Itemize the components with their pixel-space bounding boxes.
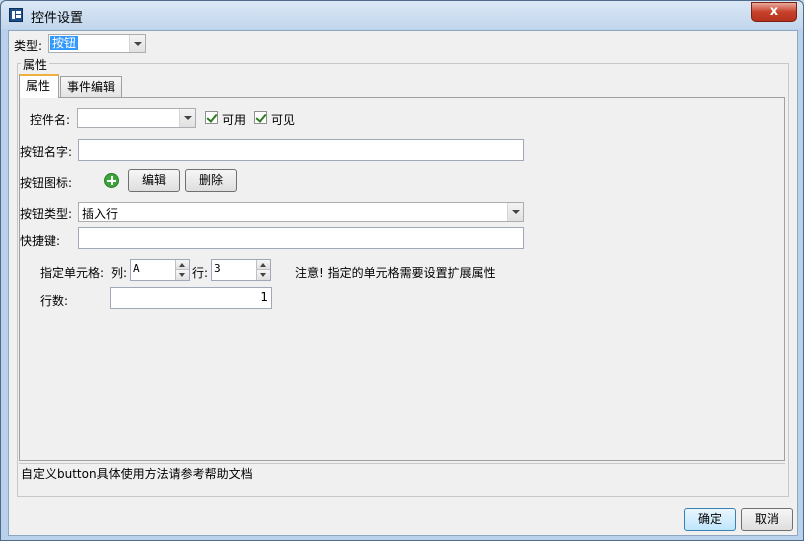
chevron-up-icon[interactable] xyxy=(257,260,270,270)
column-label: 列: xyxy=(111,266,128,280)
button-name-input[interactable] xyxy=(78,139,524,161)
column-spinner[interactable]: A xyxy=(130,259,190,281)
visible-label: 可见 xyxy=(271,113,296,127)
help-text: 自定义button具体使用方法请参考帮助文档 xyxy=(21,467,253,481)
help-bar: 自定义button具体使用方法请参考帮助文档 xyxy=(19,463,785,493)
tab-event-edit[interactable]: 事件编辑 xyxy=(60,76,122,98)
shortcut-label: 快捷键: xyxy=(20,234,61,248)
control-name-combo[interactable] xyxy=(77,108,196,128)
window-title: 控件设置 xyxy=(31,11,84,26)
add-icon[interactable] xyxy=(104,173,119,188)
shortcut-input[interactable] xyxy=(78,227,524,249)
cell-label: 指定单元格: xyxy=(40,266,105,280)
enabled-checkbox[interactable] xyxy=(205,111,218,124)
type-combo[interactable]: 按钮 xyxy=(48,34,146,53)
enabled-label: 可用 xyxy=(222,113,247,127)
title-bar[interactable]: 控件设置 x xyxy=(1,1,803,29)
type-value: 按钮 xyxy=(50,36,79,50)
dialog-window: 控件设置 x 类型: 按钮 属性 属性 事件编辑 控件名: 可用 可见 按钮名字… xyxy=(0,0,804,541)
cell-note: 注意! 指定的单元格需要设置扩展属性 xyxy=(295,266,496,280)
row-count-label: 行数: xyxy=(40,294,69,308)
button-type-label: 按钮类型: xyxy=(20,207,73,221)
group-title: 属性 xyxy=(21,56,50,73)
chevron-up-icon[interactable] xyxy=(176,260,189,270)
button-type-combo[interactable]: 插入行 xyxy=(78,202,524,222)
visible-checkbox[interactable] xyxy=(254,111,267,124)
type-label: 类型: xyxy=(14,39,43,53)
column-value: A xyxy=(133,262,140,275)
delete-button[interactable]: 删除 xyxy=(185,169,237,192)
row-spin-buttons[interactable] xyxy=(256,260,270,280)
row-value: 3 xyxy=(214,262,221,275)
button-icon-label: 按钮图标: xyxy=(20,176,73,190)
edit-button[interactable]: 编辑 xyxy=(128,169,180,192)
close-button[interactable]: x xyxy=(751,2,797,22)
chevron-down-icon[interactable] xyxy=(257,270,270,280)
row-label: 行: xyxy=(192,266,209,280)
row-count-input[interactable]: 1 xyxy=(110,287,272,309)
control-name-label: 控件名: xyxy=(30,113,71,127)
row-spinner[interactable]: 3 xyxy=(211,259,271,281)
dialog-body: 类型: 按钮 属性 属性 事件编辑 控件名: 可用 可见 按钮名字: 按钮图标:… xyxy=(8,30,798,536)
chevron-down-icon[interactable] xyxy=(507,203,523,221)
chevron-down-icon[interactable] xyxy=(129,35,145,52)
cancel-button[interactable]: 取消 xyxy=(741,508,793,531)
chevron-down-icon[interactable] xyxy=(179,109,195,127)
chevron-down-icon[interactable] xyxy=(176,270,189,280)
ok-button[interactable]: 确定 xyxy=(684,508,736,531)
column-spin-buttons[interactable] xyxy=(175,260,189,280)
properties-panel: 控件名: 可用 可见 按钮名字: 按钮图标: 编辑 删除 按钮类型: 插入行 快… xyxy=(19,97,785,461)
tab-properties[interactable]: 属性 xyxy=(19,74,59,98)
button-name-label: 按钮名字: xyxy=(20,145,73,159)
button-type-value: 插入行 xyxy=(82,207,119,221)
app-icon xyxy=(9,8,23,22)
